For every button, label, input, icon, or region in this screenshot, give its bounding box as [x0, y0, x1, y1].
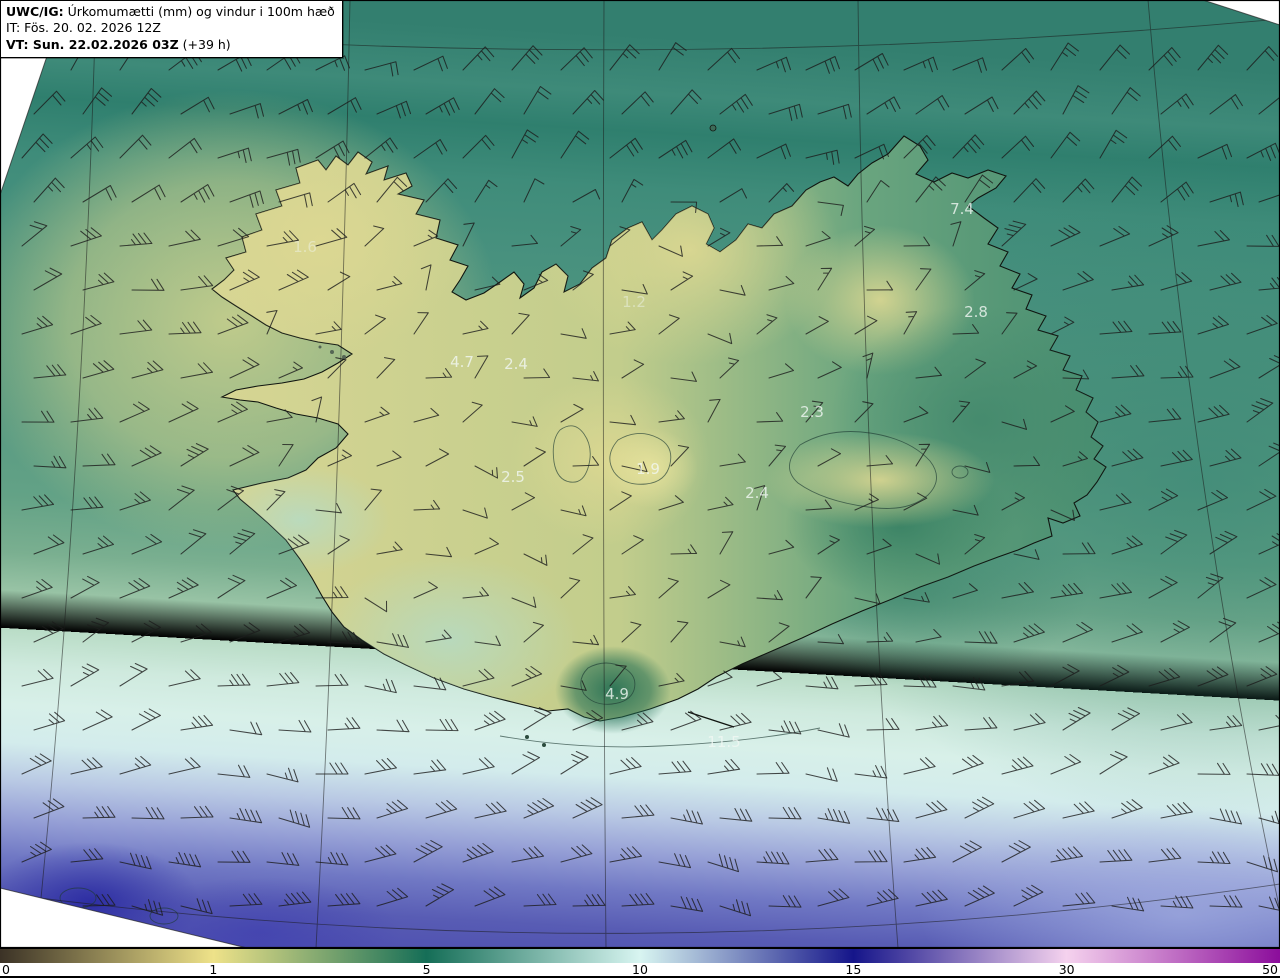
precip-value-label: 2.3: [800, 403, 824, 421]
precip-value-label: 2.8: [964, 303, 988, 321]
init-time: Fös. 20. 02. 2026 12Z: [24, 20, 161, 36]
precip-value-label: 11.5: [707, 733, 740, 751]
colorbar-tick-1: 1: [209, 962, 218, 977]
colorbar-tick-15: 15: [845, 962, 862, 977]
precip-value-label: 7.4: [950, 200, 974, 218]
forecast-map: 1.6 7.4 2.8 4.7 2.4 1.2 2.3 2.5 1.9 2.4 4.9 11.5 UW…: [0, 0, 1280, 948]
colorbar-tick-10: 10: [632, 962, 648, 977]
valid-offset: (+39 h): [178, 36, 231, 52]
valid-time-line: VT: Sun. 22.02.2026 03Z (+39 h): [6, 36, 231, 52]
precip-value-label: 4.9: [605, 685, 629, 703]
title-box: UWC/IG: Úrkomumætti (mm) og vindur i 100…: [0, 0, 343, 58]
colorbar-tick-30: 30: [1058, 962, 1075, 977]
colorbar-tick-50: 50: [1262, 962, 1278, 977]
colorbar-tick-5: 5: [422, 962, 431, 977]
init-time-line: IT: Fös. 20. 02. 2026 12Z: [6, 20, 161, 36]
valid-time: Sun. 22.02.2026 03Z: [32, 36, 179, 52]
precip-value-label: 2.5: [501, 468, 525, 486]
title-line: UWC/IG: Úrkomumætti (mm) og vindur i 100…: [6, 4, 335, 20]
colorbar-tick-0: 0: [2, 962, 10, 977]
product-title: Úrkomumætti (mm) og vindur i 100m hæð: [63, 4, 335, 19]
colorbar-tick-labels: 0 1 5 10 15 30 50: [0, 963, 1280, 976]
precip-value-label: 2.4: [504, 355, 528, 373]
precip-value-label: 1.9: [636, 460, 660, 478]
precip-value-label: 4.7: [450, 353, 474, 371]
colorbar: 0 1 5 10 15 30 50: [0, 948, 1280, 978]
colorbar-gradient: [0, 948, 1280, 963]
precip-value-label: 1.2: [622, 293, 646, 311]
precipitation-wind-map: 1.6 7.4 2.8 4.7 2.4 1.2 2.3 2.5 1.9 2.4 4.9 11.5: [0, 0, 1280, 948]
precip-value-label: 1.6: [293, 238, 317, 256]
precip-value-label: 2.4: [745, 484, 769, 502]
weather-map-app: 1.6 7.4 2.8 4.7 2.4 1.2 2.3 2.5 1.9 2.4 4.9 11.5 UW…: [0, 0, 1280, 978]
product-label: UWC/IG:: [6, 4, 64, 19]
